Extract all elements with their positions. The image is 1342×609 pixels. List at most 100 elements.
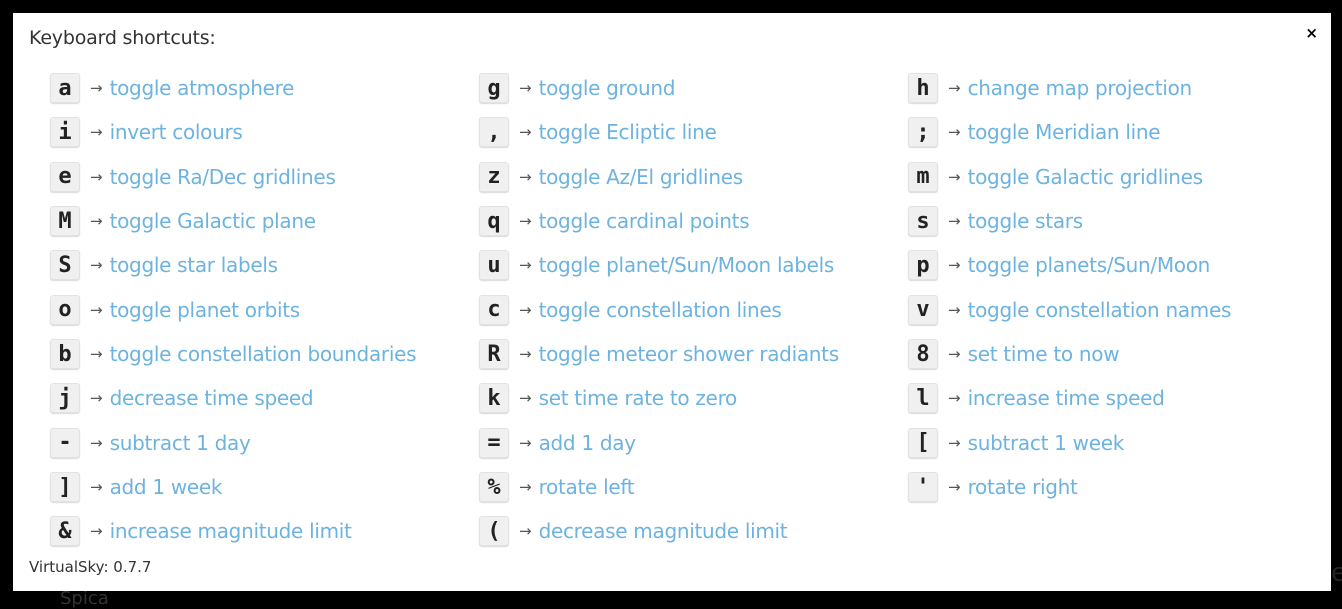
shortcut-key: S	[50, 250, 80, 281]
shortcut-key: ;	[908, 117, 938, 148]
shortcut-action-link[interactable]: toggle constellation boundaries	[110, 342, 417, 366]
shortcut-action-link[interactable]: toggle Galactic gridlines	[968, 165, 1203, 189]
shortcut-key: p	[908, 250, 938, 281]
shortcut-action-link[interactable]: rotate right	[968, 475, 1078, 499]
shortcut-action-link[interactable]: toggle planets/Sun/Moon	[968, 253, 1211, 277]
shortcut-key: [	[908, 427, 938, 458]
shortcut-action-link[interactable]: toggle Meridian line	[968, 120, 1161, 144]
arrow-icon: →	[90, 256, 103, 275]
shortcut-action-link[interactable]: toggle meteor shower radiants	[539, 342, 840, 366]
shortcut-action-link[interactable]: toggle Galactic plane	[110, 209, 317, 233]
shortcut-key: s	[908, 206, 938, 237]
arrow-icon: →	[519, 389, 532, 408]
shortcut-key: j	[50, 383, 80, 414]
shortcut-action-link[interactable]: toggle Ra/Dec gridlines	[110, 165, 336, 189]
shortcut-item: p → toggle planets/Sun/Moon	[908, 243, 1328, 287]
shortcut-item: R → toggle meteor shower radiants	[479, 332, 908, 376]
shortcut-key: g	[479, 73, 509, 103]
shortcut-item: S → toggle star labels	[50, 243, 479, 287]
shortcut-key: M	[50, 206, 80, 237]
shortcut-item: l → increase time speed	[908, 376, 1328, 420]
shortcut-item: % → rotate left	[479, 465, 908, 509]
shortcut-item: M → toggle Galactic plane	[50, 199, 479, 243]
shortcut-action-link[interactable]: subtract 1 week	[968, 431, 1125, 455]
shortcut-action-link[interactable]: toggle star labels	[110, 253, 278, 277]
shortcut-item: & → increase magnitude limit	[50, 509, 479, 553]
shortcut-key: (	[479, 516, 509, 547]
shortcut-action-link[interactable]: rotate left	[539, 475, 635, 499]
keyboard-shortcuts-dialog: Keyboard shortcuts: × a → toggle atmospher…	[13, 13, 1331, 591]
shortcut-action-link[interactable]: add 1 week	[110, 475, 223, 499]
shortcut-key: z	[479, 161, 509, 192]
shortcut-action-link[interactable]: decrease magnitude limit	[539, 519, 788, 543]
shortcut-action-link[interactable]: increase magnitude limit	[110, 519, 352, 543]
shortcut-key: k	[479, 383, 509, 414]
arrow-icon: →	[519, 212, 532, 231]
shortcut-action-link[interactable]: toggle Ecliptic line	[539, 120, 717, 144]
shortcut-item: c → toggle constellation lines	[479, 288, 908, 332]
arrow-icon: →	[948, 79, 961, 97]
arrow-icon: →	[519, 300, 532, 319]
shortcut-key: -	[50, 427, 80, 458]
arrow-icon: →	[519, 345, 532, 364]
shortcut-key: c	[479, 294, 509, 325]
shortcut-item: ; → toggle Meridian line	[908, 110, 1328, 154]
shortcut-item: = → add 1 day	[479, 421, 908, 465]
shortcut-item: ( → decrease magnitude limit	[479, 509, 908, 553]
arrow-icon: →	[90, 79, 103, 97]
shortcut-action-link[interactable]: toggle ground	[539, 76, 676, 100]
arrow-icon: →	[519, 433, 532, 452]
shortcut-key: %	[479, 472, 509, 503]
shortcut-key: 8	[908, 339, 938, 370]
shortcut-item: e → toggle Ra/Dec gridlines	[50, 155, 479, 199]
shortcut-item: m → toggle Galactic gridlines	[908, 155, 1328, 199]
arrow-icon: →	[948, 478, 961, 497]
shortcut-key: e	[50, 161, 80, 192]
shortcut-action-link[interactable]: toggle constellation names	[968, 298, 1232, 322]
shortcut-item: ' → rotate right	[908, 465, 1328, 509]
shortcut-action-link[interactable]: subtract 1 day	[110, 431, 251, 455]
shortcut-key: v	[908, 294, 938, 325]
arrow-icon: →	[90, 345, 103, 364]
shortcut-item: k → set time rate to zero	[479, 376, 908, 420]
shortcut-item: z → toggle Az/El gridlines	[479, 155, 908, 199]
arrow-icon: →	[519, 522, 532, 541]
shortcut-action-link[interactable]: set time rate to zero	[539, 386, 738, 410]
shortcut-action-link[interactable]: invert colours	[110, 120, 243, 144]
arrow-icon: →	[948, 345, 961, 364]
arrow-icon: →	[519, 123, 532, 142]
arrow-icon: →	[948, 256, 961, 275]
shortcut-action-link[interactable]: toggle planet/Sun/Moon labels	[539, 253, 835, 277]
arrow-icon: →	[90, 167, 103, 186]
shortcut-item: - → subtract 1 day	[50, 421, 479, 465]
shortcut-key: u	[479, 250, 509, 281]
shortcut-action-link[interactable]: toggle planet orbits	[110, 298, 301, 322]
shortcut-key: ]	[50, 472, 80, 503]
arrow-icon: →	[948, 167, 961, 186]
shortcut-item: ] → add 1 week	[50, 465, 479, 509]
shortcut-action-link[interactable]: decrease time speed	[110, 386, 314, 410]
shortcut-key: b	[50, 339, 80, 370]
shortcut-action-link[interactable]: toggle constellation lines	[539, 298, 782, 322]
arrow-icon: →	[948, 433, 961, 452]
shortcut-item: o → toggle planet orbits	[50, 288, 479, 332]
close-icon[interactable]: ×	[1305, 23, 1318, 43]
shortcut-action-link[interactable]: set time to now	[968, 342, 1120, 366]
shortcut-action-link[interactable]: toggle stars	[968, 209, 1084, 233]
shortcut-item: , → toggle Ecliptic line	[479, 110, 908, 154]
shortcut-key: m	[908, 161, 938, 192]
shortcut-item: u → toggle planet/Sun/Moon labels	[479, 243, 908, 287]
shortcut-key: =	[479, 427, 509, 458]
background-star-label: Spica	[60, 588, 109, 609]
shortcut-action-link[interactable]: change map projection	[968, 76, 1193, 100]
shortcut-action-link[interactable]: increase time speed	[968, 386, 1165, 410]
arrow-icon: →	[90, 433, 103, 452]
arrow-icon: →	[90, 300, 103, 319]
shortcut-action-link[interactable]: add 1 day	[539, 431, 636, 455]
shortcut-action-link[interactable]: toggle Az/El gridlines	[539, 165, 744, 189]
shortcut-action-link[interactable]: toggle cardinal points	[539, 209, 750, 233]
arrow-icon: →	[948, 212, 961, 231]
shortcut-action-link[interactable]: toggle atmosphere	[110, 76, 295, 100]
shortcut-item: b → toggle constellation boundaries	[50, 332, 479, 376]
shortcut-key: '	[908, 472, 938, 503]
